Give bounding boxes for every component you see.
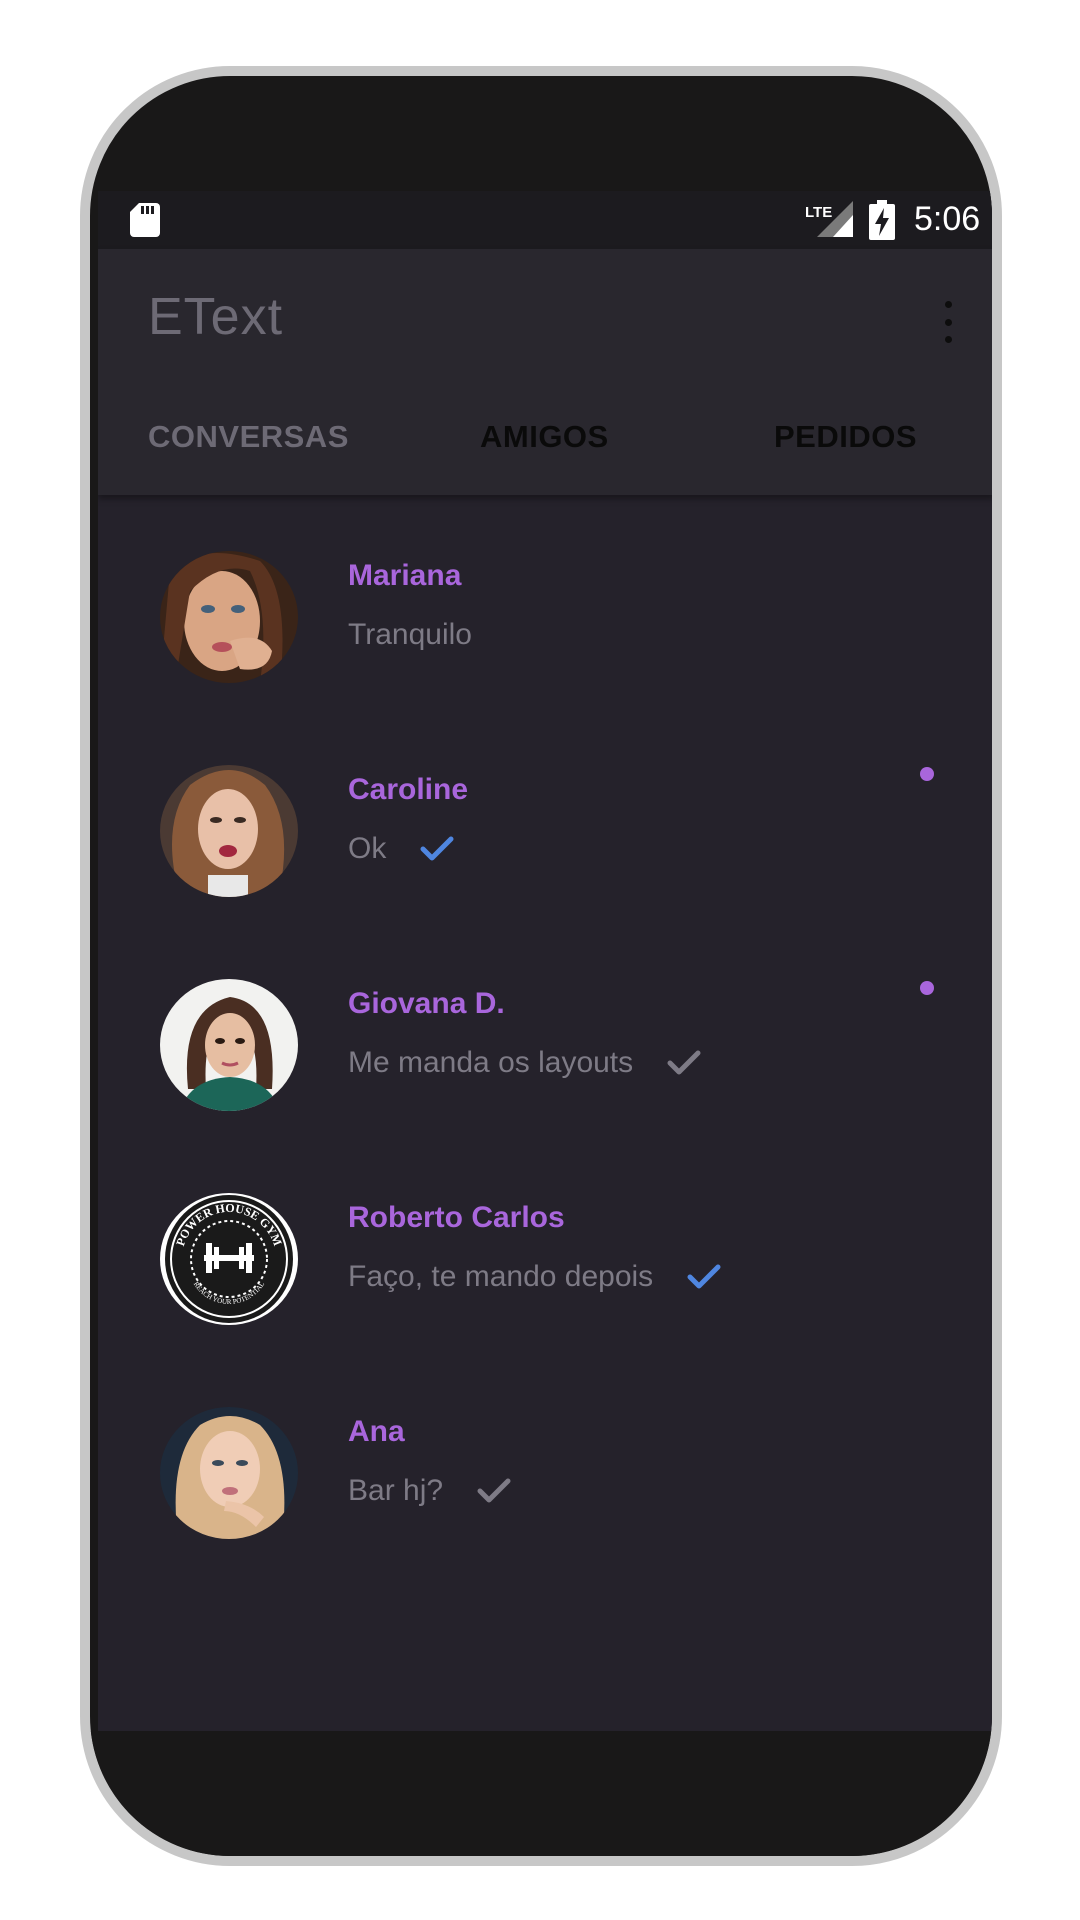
message-line: Faço, te mando depois (348, 1257, 721, 1297)
last-message: Bar hj? (348, 1474, 444, 1507)
gym-logo-icon: POWER HOUSE GYM REACH YOUR POTENTIAL (160, 1193, 298, 1325)
avatar (160, 1407, 298, 1539)
last-message: Faço, te mando depois (348, 1260, 654, 1293)
navigation-bar (90, 1731, 992, 1856)
tab-pedidos[interactable]: PEDIDOS (774, 419, 917, 455)
conversation-item-roberto-carlos[interactable]: POWER HOUSE GYM REACH YOUR POTENTIAL Rob… (98, 1193, 992, 1407)
status-bar: LTE 5:06 (98, 191, 992, 249)
conversation-item-caroline[interactable]: Caroline Ok (98, 765, 992, 979)
contact-name: Caroline (348, 773, 469, 806)
read-check-icon (420, 836, 454, 861)
conversation-item-ana[interactable]: Ana Bar hj? (98, 1407, 992, 1621)
contact-name: Giovana D. (348, 987, 505, 1020)
conversation-item-mariana[interactable]: Mariana Tranquilo (98, 551, 992, 765)
unread-indicator (920, 981, 934, 995)
message-line: Tranquilo (348, 615, 472, 655)
app-title: EText (148, 288, 284, 346)
contact-name: Mariana (348, 559, 462, 592)
status-time: 5:06 (914, 200, 981, 238)
avatar (160, 551, 298, 683)
message-line: Bar hj? (348, 1471, 511, 1511)
screen: LTE 5:06 EText CONVERSAS AMIGOS PEDIDOS (98, 191, 992, 1731)
network-type-label: LTE (805, 204, 832, 221)
sent-check-icon (477, 1478, 511, 1503)
unread-indicator (920, 767, 934, 781)
battery-charging-icon (869, 200, 895, 240)
sd-card-icon (130, 203, 160, 237)
lte-signal-icon: LTE (805, 201, 853, 237)
avatar (160, 979, 298, 1111)
read-check-icon (687, 1264, 721, 1289)
last-message: Tranquilo (348, 618, 472, 651)
avatar (160, 765, 298, 897)
avatar: POWER HOUSE GYM REACH YOUR POTENTIAL (160, 1193, 298, 1325)
last-message: Me manda os layouts (348, 1046, 634, 1079)
contact-name: Ana (348, 1415, 405, 1448)
sent-check-icon (667, 1050, 701, 1075)
message-line: Me manda os layouts (348, 1043, 701, 1083)
message-line: Ok (348, 829, 454, 869)
phone-frame: LTE 5:06 EText CONVERSAS AMIGOS PEDIDOS (80, 66, 1002, 1866)
tab-amigos[interactable]: AMIGOS (480, 419, 609, 455)
last-message: Ok (348, 832, 387, 865)
tab-conversas[interactable]: CONVERSAS (148, 419, 349, 455)
contact-name: Roberto Carlos (348, 1201, 565, 1234)
tab-bar: CONVERSAS AMIGOS PEDIDOS (98, 419, 992, 475)
app-bar: EText CONVERSAS AMIGOS PEDIDOS (98, 249, 992, 495)
more-vertical-icon[interactable] (936, 297, 960, 347)
conversation-item-giovana[interactable]: Giovana D. Me manda os layouts (98, 979, 992, 1193)
